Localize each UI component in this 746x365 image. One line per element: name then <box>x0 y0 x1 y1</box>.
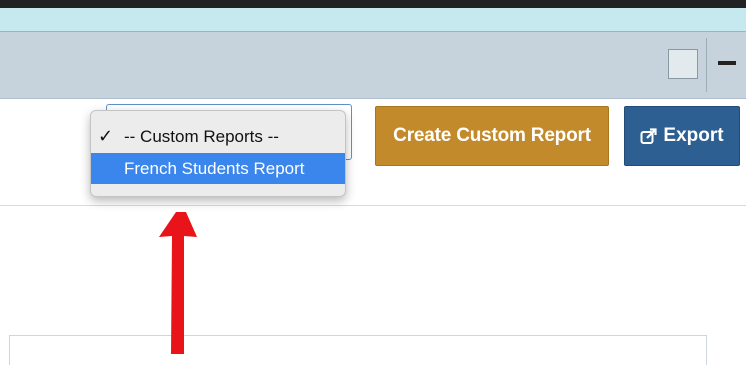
annotation-arrow-icon <box>159 212 197 354</box>
